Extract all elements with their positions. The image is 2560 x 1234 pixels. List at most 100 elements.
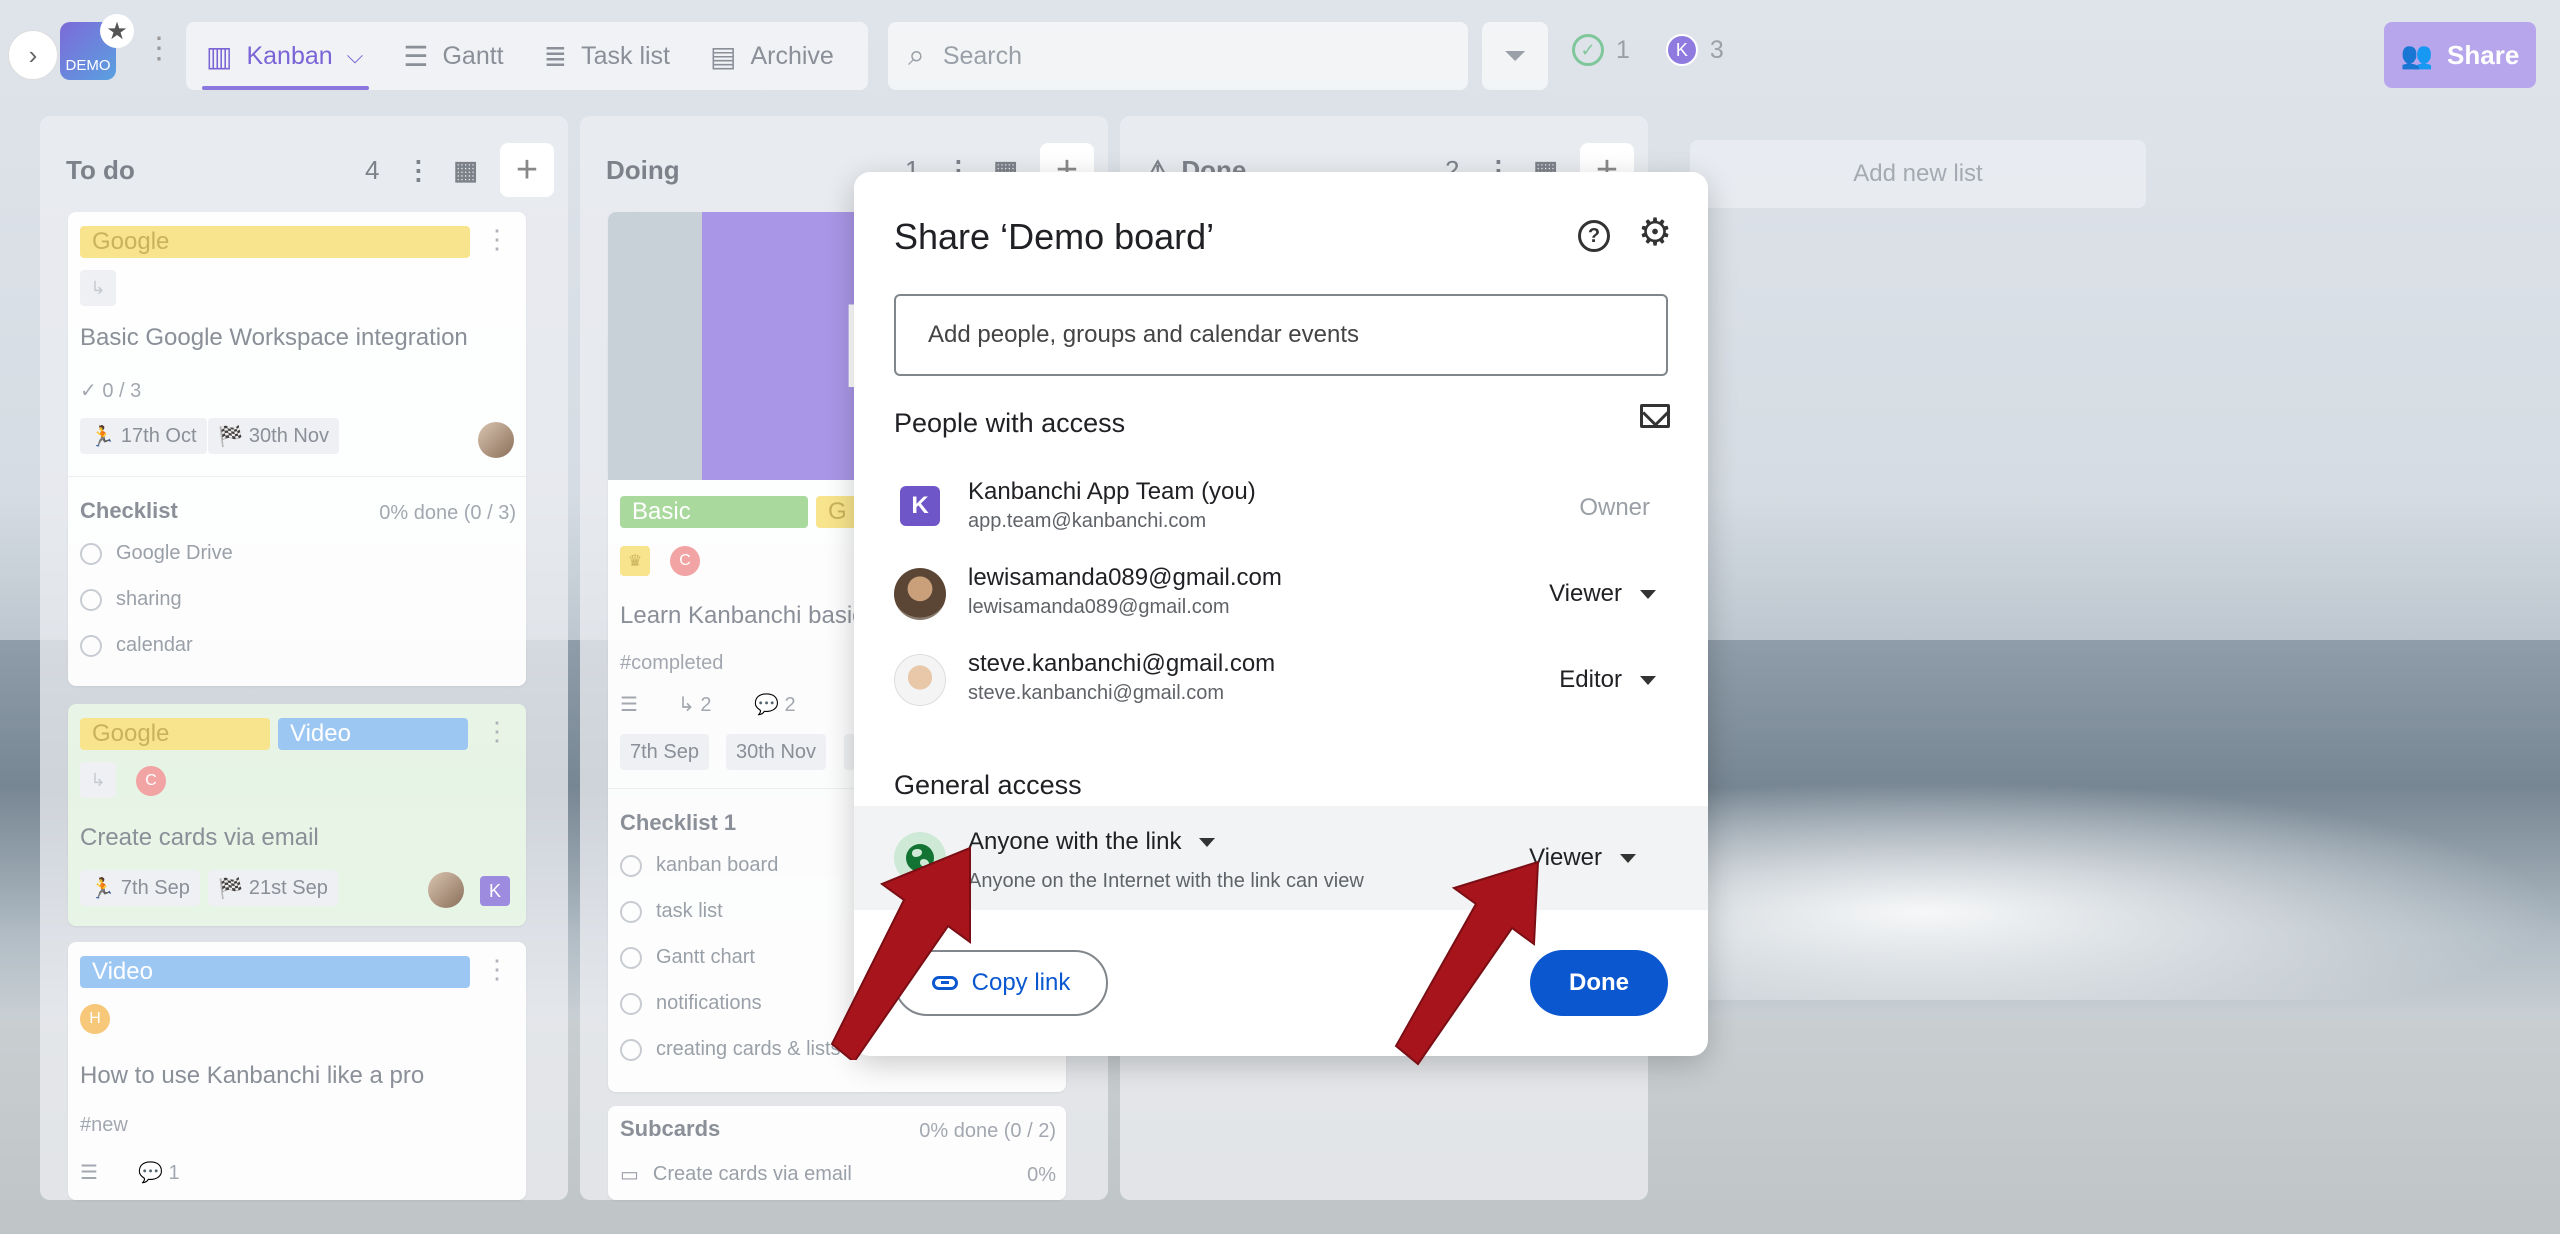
card-menu-icon[interactable]: ⋮ — [484, 954, 510, 985]
subcard-icon: ↳ — [678, 694, 701, 716]
list-view-icon[interactable]: ▦ — [453, 155, 478, 186]
link-role-dropdown[interactable]: Viewer — [1529, 844, 1636, 872]
checklist-item[interactable]: Gantt chart — [620, 946, 755, 969]
role-dropdown[interactable]: Viewer — [1549, 580, 1656, 608]
tab-kanban[interactable]: ▥ Kanban ⌵ — [201, 22, 370, 90]
general-access-row: Anyone with the link Anyone on the Inter… — [854, 806, 1708, 910]
board-menu-icon[interactable]: ⋮ — [144, 34, 174, 64]
copy-link-button[interactable]: Copy link — [894, 950, 1108, 1016]
card-icon: ▭ — [620, 1164, 639, 1186]
due-date: 30th Nov — [248, 424, 329, 447]
tag-video: Video — [80, 956, 470, 988]
person-row: lewisamanda089@gmail.com lewisamanda089@… — [894, 558, 1674, 628]
checklist-item[interactable]: notifications — [620, 992, 762, 1015]
description-icon: ☰ — [80, 1162, 98, 1184]
list-icon: ≣ — [543, 40, 568, 72]
link-icon — [931, 976, 958, 990]
role-text: Viewer — [1529, 844, 1602, 871]
add-card-button[interactable]: + — [500, 143, 554, 197]
board-counters: ✓ 1 K 3 — [1572, 34, 1724, 66]
access-scope-dropdown[interactable]: Anyone with the link — [968, 828, 1216, 856]
members-count: 3 — [1709, 35, 1724, 64]
list-menu-icon[interactable]: ⋮ — [405, 155, 431, 186]
search-icon: ⌕ — [908, 39, 925, 72]
due-date-chip: 🏁 21st Sep — [208, 870, 338, 906]
card-create-via-email[interactable]: Google Video ⋮ ↳ C Create cards via emai… — [68, 704, 526, 926]
chevron-right-icon: › — [28, 39, 38, 70]
tab-archive-label: Archive — [750, 41, 834, 70]
avatar: K — [900, 486, 940, 526]
caret-down-icon — [1640, 675, 1656, 685]
checklist-item-label: sharing — [116, 588, 182, 610]
member-avatar[interactable]: K — [1665, 34, 1698, 66]
checkbox[interactable] — [620, 854, 642, 877]
check-circle-icon[interactable]: ✓ — [1572, 34, 1604, 66]
card-subcards[interactable]: Subcards 0% done (0 / 2) ▭ Create cards v… — [608, 1106, 1066, 1200]
completed-count: 1 — [1616, 35, 1630, 64]
share-button[interactable]: 👥 Share — [2384, 22, 2536, 88]
checkbox[interactable] — [620, 900, 642, 923]
checklist-progress: 0 / 3 — [102, 380, 142, 402]
star-icon[interactable]: ★ — [100, 14, 134, 48]
add-people-input[interactable] — [894, 294, 1668, 376]
subcard-icon: ↳ — [80, 270, 116, 306]
subcard-item-label: Create cards via email — [652, 1163, 852, 1185]
tab-task-list[interactable]: ≣ Task list — [544, 22, 670, 90]
checklist-item[interactable]: sharing — [80, 588, 182, 611]
checklist-item[interactable]: kanban board — [620, 854, 778, 877]
list-header: To do 4 ⋮ ▦ + — [66, 143, 554, 197]
tab-gantt[interactable]: ☰ Gantt — [403, 22, 503, 90]
card-menu-icon[interactable]: ⋮ — [484, 716, 510, 747]
gantt-icon: ☰ — [403, 40, 429, 72]
filter-button[interactable]: ⏷ — [1482, 22, 1548, 90]
start-date: 17th Oct — [120, 424, 197, 447]
checkbox[interactable] — [620, 946, 642, 969]
role-dropdown[interactable]: Editor — [1559, 666, 1656, 694]
help-icon[interactable]: ? — [1578, 220, 1610, 252]
caret-down-icon — [1620, 853, 1636, 863]
access-description: Anyone on the Internet with the link can… — [968, 870, 1364, 892]
card-menu-icon[interactable]: ⋮ — [484, 224, 510, 255]
checklist-item-label: calendar — [116, 634, 193, 656]
share-people-icon: 👥 — [2400, 39, 2434, 70]
checklist-item[interactable]: creating cards & lists — [620, 1038, 841, 1061]
card-kanbanchi-pro[interactable]: Video ⋮ H How to use Kanbanchi like a pr… — [68, 942, 526, 1200]
comment-icon: 💬 — [138, 1162, 169, 1184]
checkbox[interactable] — [80, 588, 102, 611]
card-hashtag: #completed — [620, 652, 724, 674]
subcard-item[interactable]: ▭ Create cards via email — [620, 1162, 852, 1187]
people-with-access-heading: People with access — [894, 408, 1126, 438]
crown-icon: ♛ — [620, 546, 650, 576]
board-logo-text: DEMO — [65, 57, 111, 74]
subcard-item-percent: 0% — [1027, 1164, 1056, 1186]
tag-google: Google — [80, 226, 470, 258]
subcard-count: 2 — [700, 694, 712, 716]
checklist-item[interactable]: calendar — [80, 634, 193, 657]
gear-icon[interactable]: ⚙ — [1638, 214, 1672, 252]
list-title: To do — [66, 154, 135, 185]
tag-basic: Basic — [620, 496, 808, 528]
checklist-item[interactable]: task list — [620, 900, 723, 923]
checkbox[interactable] — [80, 634, 102, 657]
tab-gantt-label: Gantt — [442, 41, 504, 70]
card-title: Create cards via email — [80, 824, 319, 851]
done-button[interactable]: Done — [1530, 950, 1668, 1016]
mail-icon[interactable] — [1640, 404, 1670, 428]
comment-icon: 💬 — [754, 694, 785, 716]
checklist-item-label: notifications — [656, 992, 762, 1014]
person-email: app.team@kanbanchi.com — [968, 510, 1207, 532]
start-icon: 🏃 — [90, 877, 115, 900]
checkbox[interactable] — [620, 992, 642, 1015]
checkbox[interactable] — [80, 542, 102, 565]
checklist-item[interactable]: Google Drive — [80, 542, 233, 565]
person-row-owner: K Kanbanchi App Team (you) app.team@kanb… — [894, 472, 1674, 542]
card-google-workspace[interactable]: Google ⋮ ↳ Basic Google Workspace integr… — [68, 212, 526, 686]
role-label: Owner — [1579, 494, 1650, 522]
checkbox[interactable] — [620, 1038, 642, 1061]
avatar — [478, 422, 514, 458]
member-avatar: K — [480, 876, 510, 906]
search-input[interactable]: ⌕ Search — [888, 22, 1468, 90]
sidebar-expand-button[interactable]: › — [8, 30, 58, 80]
add-new-list-button[interactable]: Add new list — [1690, 140, 2146, 208]
tab-archive[interactable]: ▤ Archive — [710, 22, 834, 90]
